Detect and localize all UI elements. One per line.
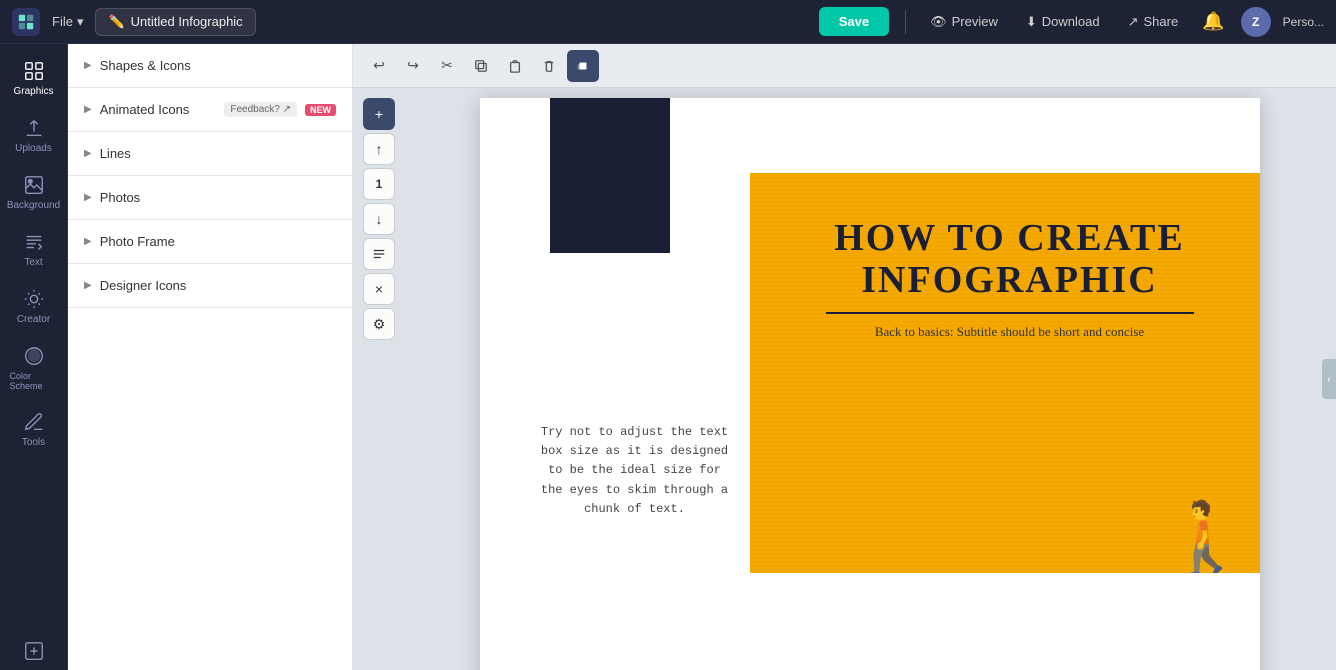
- download-button[interactable]: ⬇ Download: [1018, 10, 1108, 34]
- main-area: Graphics Uploads Background Text: [0, 44, 1336, 670]
- photos-header[interactable]: ▶ Photos: [68, 176, 352, 219]
- sidebar-item-graphics-label: Graphics: [13, 86, 53, 97]
- preview-button[interactable]: 👁 Preview: [922, 10, 1006, 34]
- sidebar-item-creator-label: Creator: [17, 314, 50, 325]
- designer-icons-label: Designer Icons: [100, 278, 187, 293]
- document-canvas[interactable]: 🚶 Try not to adjust the text box size as…: [480, 98, 1260, 670]
- edit-toolbar: ↩ ↪ ✂: [353, 44, 1336, 88]
- shapes-icons-section: ▶ Shapes & Icons: [68, 44, 352, 88]
- eye-icon: 👁: [930, 14, 947, 30]
- heading-divider: [826, 312, 1194, 314]
- file-chevron-icon: ▾: [77, 14, 84, 30]
- feedback-badge[interactable]: Feedback? ↗: [224, 102, 297, 117]
- file-menu[interactable]: File ▾: [52, 14, 83, 30]
- lines-header[interactable]: ▶ Lines: [68, 132, 352, 175]
- cut-button[interactable]: ✂: [431, 50, 463, 82]
- document-title-text: Untitled Infographic: [131, 14, 243, 29]
- main-heading-area[interactable]: HOW TO CREATE INFOGRAPHIC Back to basics…: [780, 218, 1240, 340]
- add-page-button[interactable]: +: [363, 98, 395, 130]
- download-icon: ⬇: [1026, 14, 1037, 30]
- sidebar-item-bottom[interactable]: [6, 632, 62, 670]
- new-badge: NEW: [305, 104, 336, 116]
- page-number: 1: [363, 168, 395, 200]
- sidebar-item-uploads-label: Uploads: [15, 143, 52, 154]
- share-button[interactable]: ↗ Share: [1120, 10, 1187, 34]
- heading-line2-text: INFOGRAPHIC: [861, 259, 1157, 301]
- person-silhouette: 🚶: [1162, 503, 1249, 573]
- designer-chevron-icon: ▶: [84, 280, 92, 291]
- shapes-icons-header[interactable]: ▶ Shapes & Icons: [68, 44, 352, 87]
- sidebar-item-background-label: Background: [7, 200, 60, 211]
- bring-to-front-button[interactable]: [567, 50, 599, 82]
- app-logo: [12, 8, 40, 36]
- heading-line1: HOW TO CREATE: [780, 218, 1240, 260]
- photos-section: ▶ Photos: [68, 176, 352, 220]
- sidebar-item-text-label: Text: [24, 257, 42, 268]
- photos-label: Photos: [100, 190, 140, 205]
- photo-frame-header[interactable]: ▶ Photo Frame: [68, 220, 352, 263]
- designer-icons-section: ▶ Designer Icons: [68, 264, 352, 308]
- share-label: Share: [1144, 14, 1179, 29]
- collapse-panel-handle[interactable]: ‹: [1322, 359, 1336, 399]
- move-up-button[interactable]: ↑: [363, 133, 395, 165]
- document-title[interactable]: ✏️ Untitled Infographic: [95, 8, 255, 36]
- photos-chevron-icon: ▶: [84, 192, 92, 203]
- notifications-button[interactable]: 🔔: [1198, 7, 1228, 36]
- redo-button[interactable]: ↪: [397, 50, 429, 82]
- pencil-icon: ✏️: [108, 14, 124, 30]
- close-page-button[interactable]: ×: [363, 273, 395, 305]
- align-button[interactable]: [363, 238, 395, 270]
- body-text: Try not to adjust the text box size as i…: [541, 425, 728, 516]
- subtitle-text: Back to basics: Subtitle should be short…: [780, 324, 1240, 340]
- graphics-panel: ▶ Shapes & Icons ▶ Animated Icons Feedba…: [68, 44, 353, 670]
- delete-button[interactable]: [533, 50, 565, 82]
- photo-frame-chevron-icon: ▶: [84, 236, 92, 247]
- divider: [905, 10, 906, 34]
- dark-rectangle: [550, 98, 670, 253]
- animated-icons-header[interactable]: ▶ Animated Icons Feedback? ↗ NEW: [68, 88, 352, 131]
- download-label: Download: [1042, 14, 1100, 29]
- animated-icons-label: Animated Icons: [100, 102, 190, 117]
- canvas-wrapper: ↩ ↪ ✂: [353, 44, 1336, 670]
- animated-chevron-icon: ▶: [84, 104, 92, 115]
- heading-line1-text: HOW TO CREATE: [834, 217, 1185, 259]
- page-settings-button[interactable]: ⚙: [363, 308, 395, 340]
- lines-section: ▶ Lines: [68, 132, 352, 176]
- sidebar-item-tools-label: Tools: [22, 437, 45, 448]
- sidebar-item-text[interactable]: Text: [6, 223, 62, 276]
- page-toolbar: + ↑ 1 ↓ × ⚙: [363, 98, 395, 340]
- lines-chevron-icon: ▶: [84, 148, 92, 159]
- heading-line2: INFOGRAPHIC: [780, 260, 1240, 302]
- move-down-button[interactable]: ↓: [363, 203, 395, 235]
- lines-label: Lines: [100, 146, 131, 161]
- share-icon: ↗: [1128, 14, 1139, 30]
- sidebar-item-creator[interactable]: Creator: [6, 280, 62, 333]
- sidebar-item-tools[interactable]: Tools: [6, 403, 62, 456]
- animated-icons-section: ▶ Animated Icons Feedback? ↗ NEW: [68, 88, 352, 132]
- photo-frame-section: ▶ Photo Frame: [68, 220, 352, 264]
- body-text-area[interactable]: Try not to adjust the text box size as i…: [535, 423, 735, 519]
- save-button[interactable]: Save: [819, 7, 889, 36]
- sidebar-item-color-scheme-label: Color Scheme: [10, 371, 58, 391]
- shapes-icons-label: Shapes & Icons: [100, 58, 191, 73]
- canvas-area[interactable]: + ↑ 1 ↓ × ⚙ 🚶: [353, 88, 1336, 670]
- sidebar-item-uploads[interactable]: Uploads: [6, 109, 62, 162]
- left-sidebar: Graphics Uploads Background Text: [0, 44, 68, 670]
- undo-button[interactable]: ↩: [363, 50, 395, 82]
- username-label: Perso...: [1283, 15, 1324, 29]
- paste-button[interactable]: [499, 50, 531, 82]
- sidebar-item-color-scheme[interactable]: Color Scheme: [6, 337, 62, 399]
- topbar: File ▾ ✏️ Untitled Infographic Save 👁 Pr…: [0, 0, 1336, 44]
- sidebar-item-background[interactable]: Background: [6, 166, 62, 219]
- file-label: File: [52, 14, 73, 29]
- shapes-chevron-icon: ▶: [84, 60, 92, 71]
- sidebar-item-graphics[interactable]: Graphics: [6, 52, 62, 105]
- copy-button[interactable]: [465, 50, 497, 82]
- preview-label: Preview: [952, 14, 998, 29]
- photo-frame-label: Photo Frame: [100, 234, 175, 249]
- designer-icons-header[interactable]: ▶ Designer Icons: [68, 264, 352, 307]
- avatar[interactable]: Z: [1241, 7, 1271, 37]
